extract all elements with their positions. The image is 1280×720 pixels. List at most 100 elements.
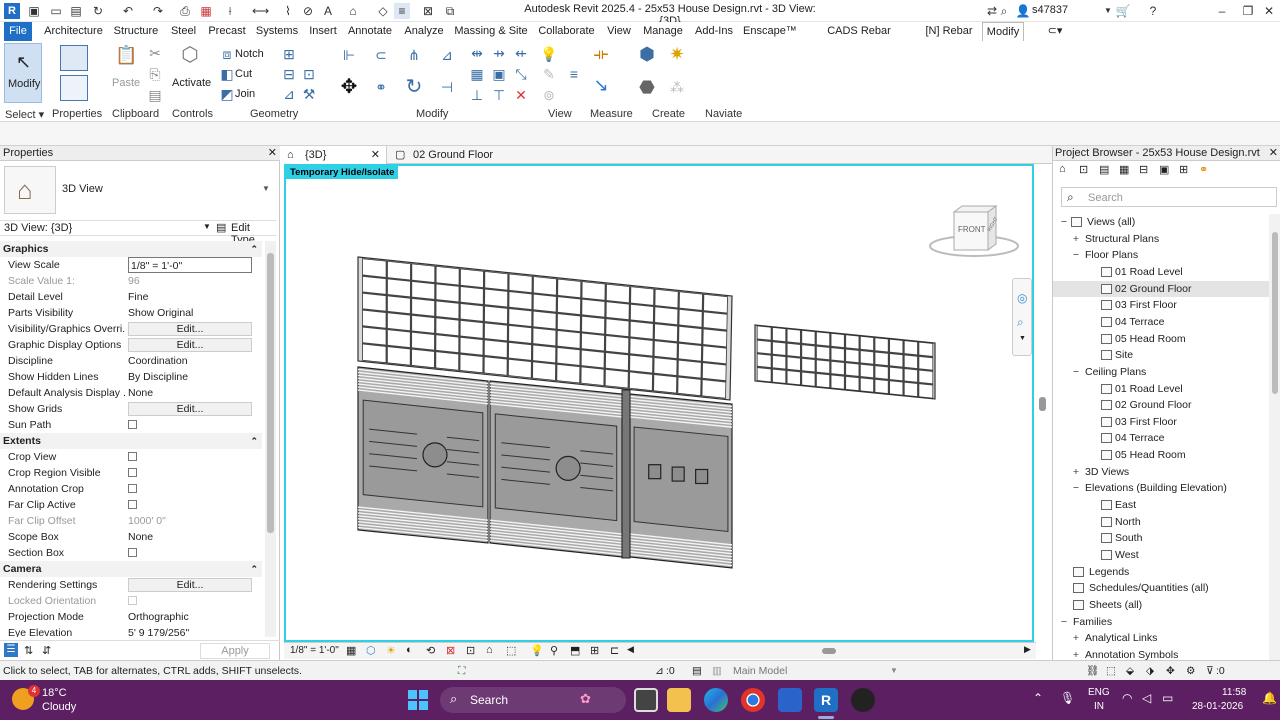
activate-icon[interactable]: ⬡ <box>178 45 202 71</box>
tab-cads-rebar-extensions[interactable]: CADS Rebar Extensions <box>803 22 915 56</box>
select-pinned-icon[interactable]: ⬙ <box>1126 661 1134 681</box>
expand-icon[interactable]: + <box>1071 630 1081 646</box>
tab-systems[interactable]: Systems <box>253 22 301 41</box>
array-icon[interactable]: ▦ <box>468 66 486 82</box>
crop-icon[interactable]: ⊠ <box>446 644 455 657</box>
browser-item[interactable]: − Views (all) <box>1053 214 1269 230</box>
switch-windows-icon[interactable]: ⧉ <box>442 3 458 19</box>
help-icon[interactable]: ? <box>1145 3 1161 19</box>
section-icon[interactable]: ◇ <box>375 3 391 19</box>
revit-taskbar-icon[interactable]: R <box>814 688 838 712</box>
view-scale-field[interactable]: 1/8" = 1'-0" <box>128 257 252 273</box>
browser-item[interactable]: 02 Ground Floor <box>1053 280 1269 297</box>
home-3d-icon[interactable]: ⌂ <box>345 3 361 19</box>
copy-modify-icon[interactable]: ⚭ <box>372 79 390 95</box>
wicket-gate-vent[interactable] <box>671 466 685 482</box>
properties-scrollbar[interactable] <box>265 241 276 637</box>
edit-button[interactable]: Edit... <box>128 578 252 592</box>
type-selector-chevron-icon[interactable]: ▼ <box>262 184 270 193</box>
filter-count-icon[interactable]: ⊿ <box>655 661 664 681</box>
property-value[interactable]: Coordination <box>128 353 252 369</box>
browser-item[interactable]: + Analytical Links <box>1053 630 1269 646</box>
user-icon[interactable]: 👤 <box>1015 3 1031 19</box>
editing-requests-icon[interactable]: ▥ <box>712 661 722 681</box>
user-dropdown-icon[interactable]: ▼ <box>1100 3 1116 19</box>
tag-icon[interactable]: ⌇ <box>280 3 296 19</box>
create-similar-icon[interactable]: ⁂ <box>668 79 686 95</box>
thin-lines-icon[interactable]: ≡ <box>394 3 410 19</box>
weather-desc[interactable]: Cloudy <box>42 701 76 713</box>
revit-logo-icon[interactable]: R <box>4 3 20 19</box>
viewport-vscroll[interactable] <box>1036 164 1050 642</box>
select-panel-label[interactable]: Select ▾ <box>5 108 44 121</box>
microphone-icon[interactable]: 🎙 <box>1060 691 1075 705</box>
battery-icon[interactable]: ▭ <box>1162 691 1173 705</box>
property-checkbox[interactable] <box>128 468 137 477</box>
reveal-hidden-icon[interactable]: 💡 <box>530 644 544 657</box>
tab-enscape[interactable]: Enscape™ <box>743 22 797 41</box>
temporary-hide-icon[interactable]: ⬚ <box>506 644 516 657</box>
tab-manage[interactable]: Manage <box>640 22 686 41</box>
collapse-icon[interactable]: ⌃ <box>250 561 258 577</box>
navigation-bar[interactable]: ◎ ⌕ ▼ <box>1012 278 1032 356</box>
browser-item[interactable]: 05 Head Room <box>1053 447 1269 463</box>
zoom-dropdown-icon[interactable]: ▼ <box>1019 335 1026 342</box>
sort-desc-icon[interactable]: ⇵ <box>42 644 51 657</box>
close-hidden-icon[interactable]: ⊠ <box>420 3 436 19</box>
browser-item[interactable]: North <box>1053 514 1269 530</box>
measure-qa-icon[interactable]: ⟊ <box>222 3 238 19</box>
trim-icon[interactable]: ⊣ <box>438 79 456 95</box>
tab-analyze[interactable]: Analyze <box>402 22 446 41</box>
notification-icon[interactable]: 🔔 <box>1262 691 1277 705</box>
instance-filter[interactable]: 3D View: {3D} <box>4 222 72 234</box>
sun-path-icon[interactable]: ☀ <box>386 644 396 657</box>
expand-icon[interactable]: + <box>1071 647 1081 660</box>
wall-joins-icon[interactable]: ⊞ <box>280 46 298 62</box>
modify-button[interactable]: ↖ Modify <box>4 43 42 103</box>
file-explorer-icon[interactable] <box>667 688 691 712</box>
browser-item[interactable]: Schedules/Quantities (all) <box>1053 580 1269 596</box>
browser-links-icon[interactable]: ⊞ <box>1179 163 1188 176</box>
select-by-face-icon[interactable]: ⬗ <box>1146 661 1154 681</box>
minimize-icon[interactable]: – <box>1214 3 1230 19</box>
view-override-icon[interactable]: ✎ <box>540 66 558 82</box>
tab-n-rebar[interactable]: [N] Rebar <box>922 22 976 41</box>
render-icon[interactable]: ⟲ <box>426 644 435 657</box>
browser-schedule-icon[interactable]: ▦ <box>1119 163 1129 176</box>
tab-steel[interactable]: Steel <box>166 22 201 41</box>
section-graphics[interactable]: Graphics ⌃ <box>0 241 262 257</box>
activate-label[interactable]: Activate <box>172 77 211 89</box>
hscroll-right-icon[interactable]: ▶ <box>1024 644 1031 655</box>
edit-type-icon[interactable]: ▤ <box>216 221 226 234</box>
view-tab[interactable]: ▢ 02 Ground Floor <box>389 146 529 164</box>
browser-item[interactable]: + Annotation Symbols <box>1053 647 1269 660</box>
paint-icon[interactable]: ⊿ <box>280 86 298 102</box>
tab-collaborate[interactable]: Collaborate <box>535 22 598 41</box>
property-checkbox[interactable] <box>128 452 137 461</box>
property-checkbox[interactable] <box>128 420 137 429</box>
property-value[interactable]: By Discipline <box>128 369 252 385</box>
viewport-hscroll-thumb[interactable] <box>822 648 836 654</box>
copy-icon[interactable]: ⎘ <box>146 66 164 82</box>
tag-all-icon[interactable]: ⊘ <box>300 3 316 19</box>
property-checkbox[interactable] <box>128 484 137 493</box>
open-icon[interactable]: ▣ <box>26 3 42 19</box>
drawing-area[interactable]: Temporary Hide/Isolate FRONT RIGHT ◎ ⌕ ▼ <box>284 164 1034 642</box>
delete-icon[interactable]: ✕ <box>512 87 530 103</box>
tab-architecture[interactable]: Architecture <box>40 22 107 41</box>
apply-button[interactable]: Apply <box>200 643 270 659</box>
tab-annotate[interactable]: Annotate <box>345 22 395 41</box>
browser-item[interactable]: East <box>1053 497 1269 513</box>
close-icon[interactable]: ✕ <box>1261 3 1277 19</box>
obs-icon[interactable] <box>851 688 875 712</box>
chrome-icon[interactable] <box>741 688 765 712</box>
browser-item[interactable]: 05 Head Room <box>1053 331 1269 347</box>
browser-scroll-thumb[interactable] <box>1272 232 1278 394</box>
measure-distance-icon[interactable]: ⟛ <box>592 47 610 63</box>
open-folder-icon[interactable]: ▭ <box>48 3 64 19</box>
edit-button[interactable]: Edit... <box>128 402 252 416</box>
tab-structure[interactable]: Structure <box>111 22 161 41</box>
lang-secondary[interactable]: IN <box>1094 701 1104 712</box>
demolish-icon[interactable]: ⊡ <box>300 66 318 82</box>
print-icon[interactable]: ⎙ <box>177 3 193 19</box>
